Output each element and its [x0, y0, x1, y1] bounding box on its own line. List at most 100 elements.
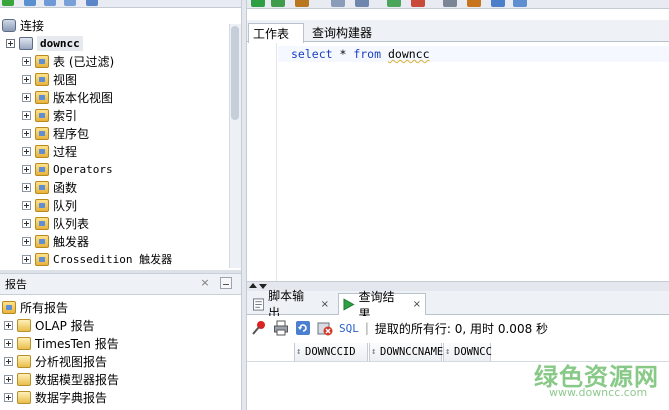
refresh-icon[interactable]: [24, 0, 36, 6]
tree-node-label: 触发器: [53, 234, 90, 249]
tree-node[interactable]: 队列表: [22, 214, 89, 232]
tree-node-label: 队列表: [53, 216, 90, 231]
tree-node[interactable]: Crossedition 触发器: [22, 250, 172, 268]
close-icon[interactable]: ×: [413, 299, 421, 310]
tab-script-output[interactable]: 脚本输出 ×: [249, 289, 333, 320]
report-folder[interactable]: OLAP 报告: [4, 316, 95, 334]
tree-node-label: 程序包: [53, 126, 90, 141]
expand-icon[interactable]: [22, 164, 31, 174]
report-folder-label: OLAP 报告: [35, 318, 95, 333]
column-header[interactable]: DOWNCCID: [294, 343, 368, 361]
sql-star: *: [332, 47, 354, 61]
expand-icon[interactable]: [22, 218, 31, 228]
tree-node[interactable]: 表 (已过滤): [22, 52, 114, 70]
pin-icon[interactable]: [251, 320, 267, 336]
tab-query-builder[interactable]: 查询构建器: [308, 23, 380, 43]
clear-icon[interactable]: [467, 0, 481, 7]
close-icon[interactable]: ×: [321, 299, 329, 310]
report-folder-label: 数据模型器报告: [35, 372, 120, 387]
tab-query-result[interactable]: 查询结果 ×: [338, 290, 426, 321]
tree-node[interactable]: 程序包: [22, 124, 89, 142]
sql-button[interactable]: SQL: [339, 322, 359, 335]
expand-icon[interactable]: [4, 338, 13, 348]
sql-tuning-icon[interactable]: [355, 0, 369, 7]
folder-icon: [17, 372, 31, 386]
tree-node[interactable]: 索引: [22, 106, 77, 124]
reports-minimize-button[interactable]: [220, 277, 232, 289]
tree-node[interactable]: 函数: [22, 178, 77, 196]
print-icon[interactable]: [273, 320, 289, 336]
worksheet-toolbar: [247, 0, 669, 9]
tree-scrollbar-thumb[interactable]: [231, 26, 239, 120]
tree-node[interactable]: 版本化视图: [22, 88, 113, 106]
sql-history-icon[interactable]: [443, 0, 457, 7]
expand-icon[interactable]: [4, 392, 13, 402]
column-header[interactable]: DOWNCCNAME: [369, 343, 443, 361]
commit-icon[interactable]: [387, 0, 401, 7]
expand-icon[interactable]: [22, 128, 31, 138]
expand-icon[interactable]: [22, 56, 31, 66]
expand-icon[interactable]: [4, 356, 13, 366]
tree-node[interactable]: 过程: [22, 142, 77, 160]
tree-node[interactable]: 队列: [22, 196, 77, 214]
sql-table-name: downcc: [387, 47, 430, 61]
tree-node[interactable]: 视图: [22, 70, 77, 88]
tree-node[interactable]: 触发器: [22, 232, 89, 250]
expand-icon[interactable]: [22, 182, 31, 192]
expand-icon[interactable]: [22, 74, 31, 84]
autotrace-icon[interactable]: [295, 0, 309, 7]
script-output-icon: [253, 297, 265, 311]
expand-icon[interactable]: [6, 38, 15, 48]
expand-icon[interactable]: [22, 146, 31, 156]
report-folder[interactable]: TimesTen 报告: [4, 334, 119, 352]
connections-root[interactable]: 连接: [2, 16, 44, 34]
expand-icon[interactable]: [22, 110, 31, 120]
tree-node-label: 索引: [53, 108, 78, 123]
view-folder-icon: [35, 72, 49, 86]
report-folder[interactable]: 分析视图报告: [4, 352, 107, 370]
expand-icon[interactable]: [4, 320, 13, 330]
report-folder[interactable]: 数据模型器报告: [4, 370, 119, 388]
maximize-down-icon[interactable]: [259, 284, 267, 289]
format-icon[interactable]: [491, 0, 505, 7]
tree-node-label: Crossedition 触发器: [53, 253, 173, 266]
run-script-icon[interactable]: [271, 0, 285, 7]
connections-panel: 连接 downcc 表 (已过滤) 视图版本化视图索引程序包过程 Operators…: [0, 8, 241, 270]
tree-node-label: 过程: [53, 144, 78, 159]
queue-table-folder-icon: [35, 216, 49, 230]
tree-node-label: 版本化视图: [53, 90, 114, 105]
reports-root[interactable]: 所有报告: [2, 298, 68, 316]
sql-statement[interactable]: select * from downcc: [291, 46, 430, 62]
unshared-worksheet-icon[interactable]: [513, 0, 527, 7]
connection-name: downcc: [37, 35, 83, 51]
sql-editor[interactable]: [278, 43, 669, 281]
expand-icon[interactable]: [4, 374, 13, 384]
tree-node[interactable]: Operators: [22, 160, 113, 178]
rollback-icon[interactable]: [411, 0, 425, 7]
schema-browser-icon[interactable]: [64, 0, 76, 6]
report-folder-label: 数据字典报告: [35, 390, 108, 405]
reports-close-button[interactable]: ×: [199, 277, 211, 289]
collapse-icon[interactable]: [86, 0, 98, 6]
column-header[interactable]: DOWNCC: [443, 343, 492, 361]
expand-icon[interactable]: [22, 200, 31, 210]
filter-icon[interactable]: [44, 0, 56, 6]
cancel-query-icon[interactable]: [317, 320, 333, 336]
expand-icon[interactable]: [22, 254, 31, 264]
expand-icon[interactable]: [22, 236, 31, 246]
run-icon: [343, 298, 355, 311]
tree-node-label: 视图: [53, 72, 78, 87]
explain-plan-icon[interactable]: [331, 0, 345, 7]
expand-icon[interactable]: [22, 92, 31, 102]
sql-keyword-from: from: [353, 47, 382, 61]
connection-node[interactable]: downcc: [6, 34, 83, 52]
add-connection-icon[interactable]: [2, 0, 14, 6]
run-statement-icon[interactable]: [251, 0, 265, 7]
maximize-up-icon[interactable]: [249, 283, 257, 288]
refresh-icon[interactable]: [295, 320, 311, 336]
table-folder-icon: [35, 54, 49, 68]
tab-worksheet[interactable]: 工作表: [248, 23, 304, 43]
all-reports-icon: [2, 300, 16, 314]
report-folder[interactable]: 数据字典报告: [4, 388, 107, 406]
function-folder-icon: [35, 180, 49, 194]
